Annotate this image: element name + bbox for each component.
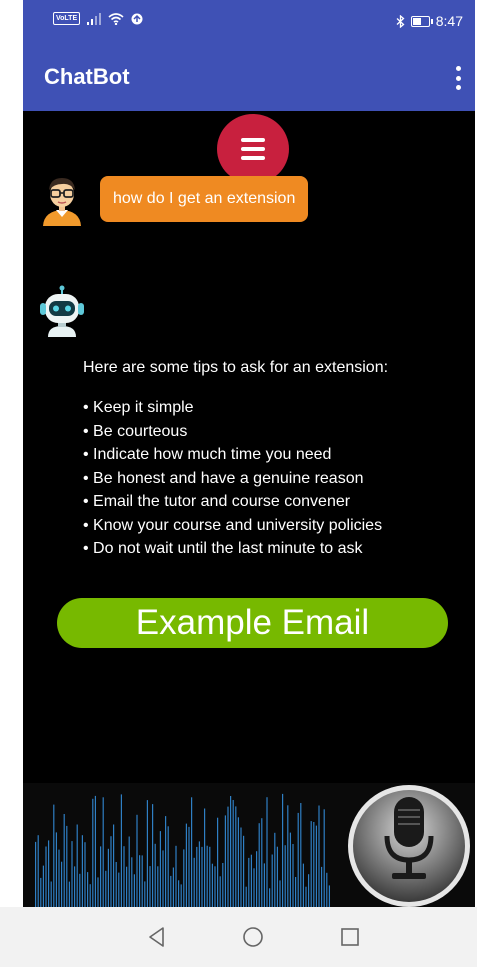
battery-icon xyxy=(410,15,433,27)
tip-item: Indicate how much time you need xyxy=(83,443,463,467)
bot-message: Here are some tips to ask for an extensi… xyxy=(83,358,463,561)
user-avatar-icon xyxy=(43,178,81,226)
tip-item: Know your course and university policies xyxy=(83,514,463,538)
home-circle-icon[interactable] xyxy=(240,924,266,950)
volte-badge: VoLTE xyxy=(53,12,81,25)
tip-item: Email the tutor and course convener xyxy=(83,490,463,514)
more-vert-icon[interactable] xyxy=(455,66,461,90)
voice-input-panel xyxy=(23,783,475,907)
back-triangle-icon[interactable] xyxy=(144,924,170,950)
menu-button[interactable] xyxy=(217,114,289,184)
example-email-button[interactable]: Example Email xyxy=(57,598,448,648)
tips-list: Keep it simple Be courteous Indicate how… xyxy=(83,396,463,561)
hamburger-menu-icon xyxy=(241,138,265,142)
bluetooth-icon xyxy=(396,14,405,28)
microphone-button[interactable] xyxy=(346,783,473,907)
signal-icon xyxy=(87,12,102,25)
system-navigation-bar xyxy=(0,907,477,967)
sync-icon xyxy=(131,13,143,24)
bot-message-intro: Here are some tips to ask for an extensi… xyxy=(83,359,389,376)
tip-item: Be honest and have a genuine reason xyxy=(83,467,463,491)
app-title: ChatBot xyxy=(44,64,130,89)
user-message-bubble: how do I get an extension xyxy=(100,176,309,222)
tip-item: Do not wait until the last minute to ask xyxy=(83,537,463,561)
clock: 8:47 xyxy=(435,13,463,29)
recents-square-icon[interactable] xyxy=(337,924,363,950)
phone-screen: VoLTE 8:47 ChatBot how do I get an exten… xyxy=(23,0,475,967)
tip-item: Be courteous xyxy=(83,420,463,444)
wifi-icon xyxy=(108,12,124,25)
tip-item: Keep it simple xyxy=(83,396,463,420)
status-bar: VoLTE 8:47 xyxy=(23,0,475,44)
robot-avatar-icon xyxy=(40,285,84,337)
audio-waveform-icon xyxy=(35,793,330,907)
chat-area[interactable]: how do I get an extension Here are some … xyxy=(23,111,475,783)
app-bar: ChatBot xyxy=(23,44,475,111)
